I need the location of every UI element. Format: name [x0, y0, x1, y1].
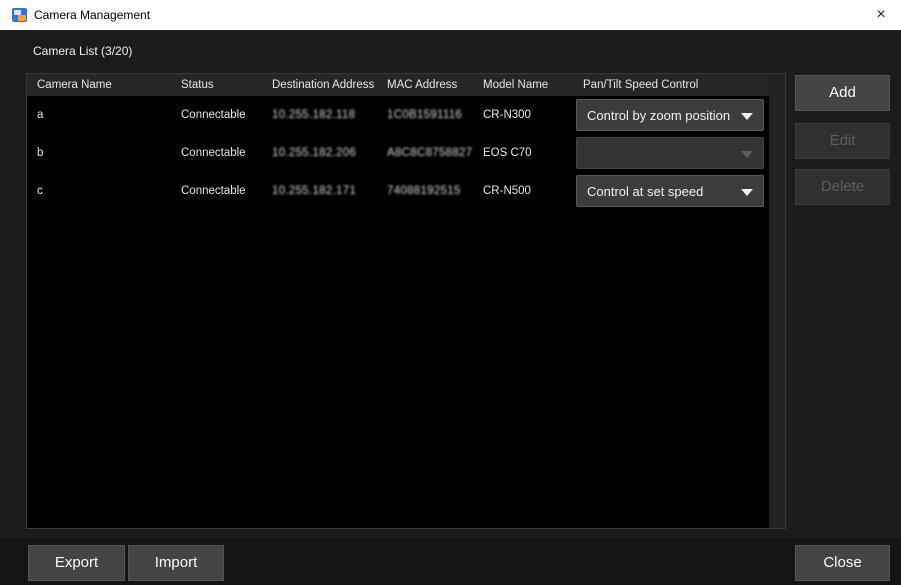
- model-name-cell: CR-N300: [483, 109, 531, 121]
- table-header: Camera Name Status Destination Address M…: [27, 74, 769, 96]
- mac-address-cell: A8C8C8758827: [387, 147, 473, 159]
- delete-button: Delete: [795, 169, 890, 205]
- status-cell: Connectable: [181, 147, 246, 159]
- table-row[interactable]: a Connectable 10.255.182.118 1C0B1591116…: [27, 97, 769, 133]
- title-bar: Camera Management ×: [0, 0, 901, 30]
- camera-name-cell: a: [37, 109, 44, 121]
- import-button[interactable]: Import: [128, 545, 224, 581]
- dropdown-caret-icon: [741, 189, 753, 196]
- destination-address-cell: 10.255.182.206: [272, 147, 357, 159]
- camera-management-app-icon: [12, 8, 27, 22]
- export-button[interactable]: Export: [28, 545, 125, 581]
- pan-tilt-speed-dropdown[interactable]: Control by zoom position: [576, 99, 764, 131]
- pan-tilt-speed-dropdown: [576, 137, 764, 169]
- mac-address-cell: 1C0B1591116: [387, 109, 463, 121]
- table-row[interactable]: c Connectable 10.255.182.171 74088192515…: [27, 173, 769, 209]
- model-name-cell: CR-N500: [483, 185, 531, 197]
- close-button[interactable]: Close: [795, 545, 890, 581]
- camera-list-table: Camera Name Status Destination Address M…: [26, 73, 786, 529]
- status-cell: Connectable: [181, 185, 246, 197]
- destination-address-cell: 10.255.182.118: [272, 109, 356, 121]
- column-header-pan-tilt-speed-control[interactable]: Pan/Tilt Speed Control: [583, 79, 698, 91]
- status-cell: Connectable: [181, 109, 246, 121]
- pan-tilt-speed-value: Control at set speed: [587, 184, 704, 199]
- model-name-cell: EOS C70: [483, 147, 532, 159]
- column-header-mac-address[interactable]: MAC Address: [387, 79, 457, 91]
- close-window-icon[interactable]: ×: [861, 0, 901, 30]
- camera-name-cell: b: [37, 147, 44, 159]
- camera-list-label: Camera List (3/20): [33, 44, 133, 58]
- mac-address-cell: 74088192515: [387, 185, 461, 197]
- add-button[interactable]: Add: [795, 75, 890, 111]
- table-row[interactable]: b Connectable 10.255.182.206 A8C8C875882…: [27, 135, 769, 171]
- camera-name-cell: c: [37, 185, 43, 197]
- pan-tilt-speed-value: Control by zoom position: [587, 108, 731, 123]
- dropdown-caret-icon: [741, 113, 753, 120]
- column-header-camera-name[interactable]: Camera Name: [37, 79, 112, 91]
- vertical-scrollbar[interactable]: [769, 74, 785, 528]
- destination-address-cell: 10.255.182.171: [272, 185, 357, 197]
- pan-tilt-speed-dropdown[interactable]: Control at set speed: [576, 175, 764, 207]
- column-header-status[interactable]: Status: [181, 79, 214, 91]
- edit-button: Edit: [795, 123, 890, 159]
- column-header-model-name[interactable]: Model Name: [483, 79, 548, 91]
- window-title: Camera Management: [34, 8, 151, 22]
- column-header-destination-address[interactable]: Destination Address: [272, 79, 374, 91]
- dropdown-caret-icon: [741, 151, 753, 158]
